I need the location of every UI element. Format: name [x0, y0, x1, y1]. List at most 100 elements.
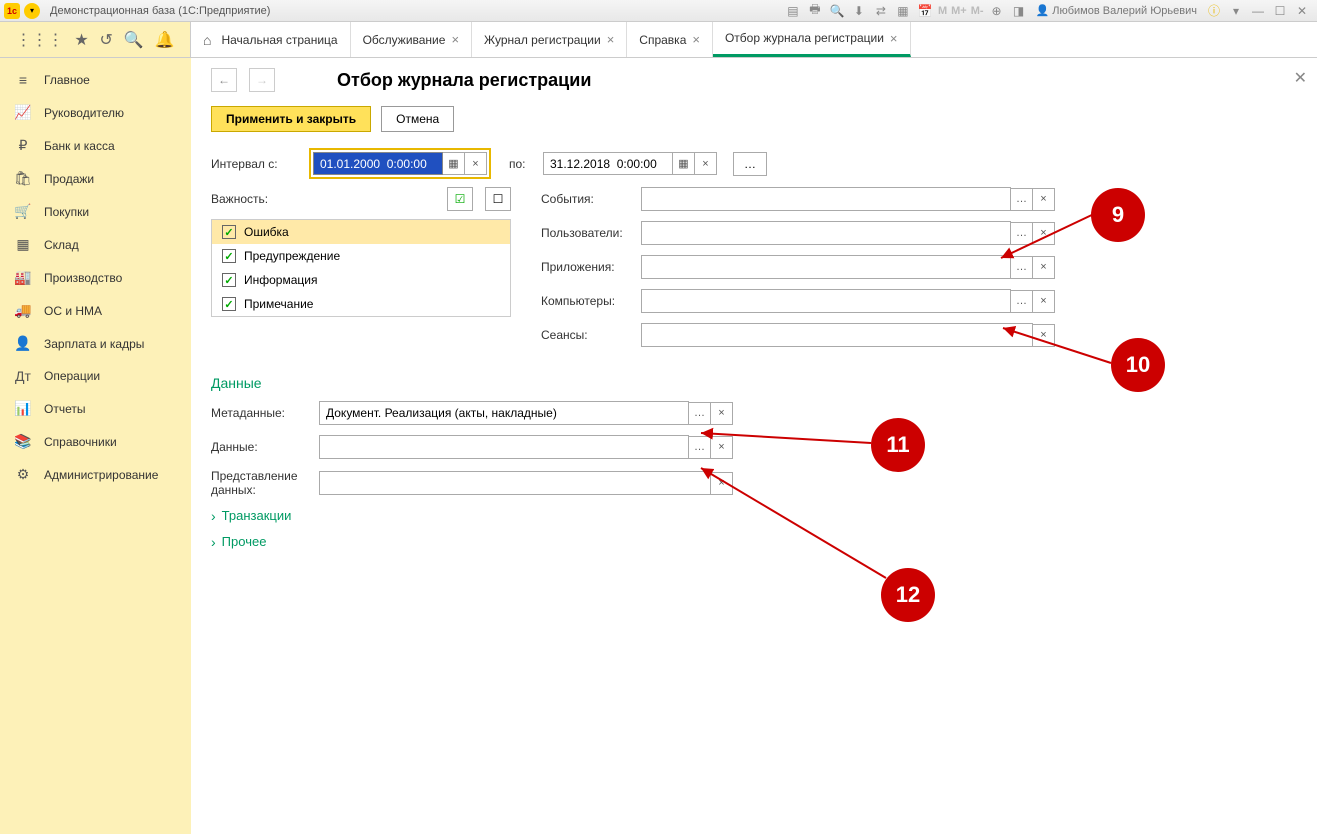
check-all-button[interactable]: ☑: [447, 187, 473, 211]
importance-row[interactable]: ✓Информация: [212, 268, 510, 292]
maximize-icon[interactable]: ☐: [1271, 2, 1289, 20]
print-icon[interactable]: 🖶: [806, 2, 824, 20]
sidebar-item-администрирование[interactable]: ⚙Администрирование: [0, 458, 191, 491]
tab-close-icon[interactable]: ×: [607, 32, 615, 47]
sidebar-item-ос-и-нма[interactable]: 🚚ОС и НМА: [0, 294, 191, 327]
tab-close-icon[interactable]: ×: [692, 32, 700, 47]
favorite-icon[interactable]: ★: [74, 30, 88, 50]
interval-to-calendar-icon[interactable]: ▦: [673, 152, 695, 175]
tab-начальная-страница[interactable]: Начальная страница: [191, 22, 351, 57]
memory-mplus[interactable]: M+: [951, 5, 967, 17]
compare-icon[interactable]: ⇄: [872, 2, 890, 20]
bell-icon[interactable]: 🔔: [155, 30, 175, 50]
data-clear-icon[interactable]: ×: [711, 436, 733, 459]
nav-forward-button[interactable]: →: [249, 68, 275, 92]
tab-close-icon[interactable]: ×: [451, 32, 459, 47]
events-input[interactable]: [641, 187, 1011, 211]
interval-to-clear-icon[interactable]: ×: [695, 152, 717, 175]
app-menu-dropdown[interactable]: ▾: [24, 3, 40, 19]
window-title: Демонстрационная база (1С:Предприятие): [50, 5, 270, 17]
users-select-icon[interactable]: …: [1011, 222, 1033, 245]
data-input[interactable]: [319, 435, 689, 459]
users-input[interactable]: [641, 221, 1011, 245]
events-clear-icon[interactable]: ×: [1033, 188, 1055, 211]
info-icon[interactable]: ⓘ: [1205, 2, 1223, 20]
sidebar-item-банк-и-касса[interactable]: ₽Банк и касса: [0, 129, 191, 162]
apps-icon[interactable]: ⋮⋮⋮: [15, 30, 63, 50]
computers-clear-icon[interactable]: ×: [1033, 290, 1055, 313]
tab-bar: Начальная страницаОбслуживание×Журнал ре…: [191, 22, 911, 57]
users-clear-icon[interactable]: ×: [1033, 222, 1055, 245]
interval-from-clear-icon[interactable]: ×: [465, 152, 487, 175]
close-window-icon[interactable]: ✕: [1293, 2, 1311, 20]
sessions-input[interactable]: [641, 323, 1033, 347]
interval-to-input[interactable]: [543, 152, 673, 175]
current-user[interactable]: 👤Любимов Валерий Юрьевич: [1036, 4, 1197, 17]
app-logo-icon: 1c: [4, 3, 20, 19]
importance-row[interactable]: ✓Примечание: [212, 292, 510, 316]
sessions-clear-icon[interactable]: ×: [1033, 324, 1055, 347]
checkbox-icon[interactable]: ✓: [222, 249, 236, 263]
checkbox-icon[interactable]: ✓: [222, 297, 236, 311]
uncheck-all-button[interactable]: ☐: [485, 187, 511, 211]
transactions-expand[interactable]: Транзакции: [211, 508, 1297, 524]
checkbox-icon[interactable]: ✓: [222, 225, 236, 239]
tab-обслуживание[interactable]: Обслуживание×: [351, 22, 472, 57]
sidebar-item-покупки[interactable]: 🛒Покупки: [0, 195, 191, 228]
checkbox-icon[interactable]: ✓: [222, 273, 236, 287]
sidebar-item-производство[interactable]: 🏭Производство: [0, 261, 191, 294]
info-drop-icon[interactable]: ▾: [1227, 2, 1245, 20]
tab-журнал-регистрации[interactable]: Журнал регистрации×: [472, 22, 627, 57]
cancel-button[interactable]: Отмена: [381, 106, 454, 132]
data-select-icon[interactable]: …: [689, 436, 711, 459]
apps-input[interactable]: [641, 255, 1011, 279]
metadata-clear-icon[interactable]: ×: [711, 402, 733, 425]
minimize-icon[interactable]: —: [1249, 2, 1267, 20]
interval-more-button[interactable]: …: [733, 152, 767, 176]
memory-m[interactable]: M: [938, 5, 947, 17]
interval-from-input[interactable]: [313, 152, 443, 175]
sidebar-item-операции[interactable]: ДтОперации: [0, 360, 191, 392]
other-expand[interactable]: Прочее: [211, 534, 1297, 550]
tab-отбор-журнала-регистрации[interactable]: Отбор журнала регистрации×: [713, 22, 911, 57]
memory-mminus[interactable]: M-: [971, 5, 984, 17]
sidebar-icon: 🚚: [14, 302, 32, 319]
sidebar-item-руководителю[interactable]: 📈Руководителю: [0, 96, 191, 129]
calculator-icon[interactable]: ▦: [894, 2, 912, 20]
history-icon[interactable]: ↺: [100, 30, 113, 50]
panel-icon[interactable]: ◨: [1010, 2, 1028, 20]
interval-from-calendar-icon[interactable]: ▦: [443, 152, 465, 175]
sidebar-item-главное[interactable]: ≡Главное: [0, 64, 191, 96]
events-select-icon[interactable]: …: [1011, 188, 1033, 211]
sidebar-label: Руководителю: [44, 106, 124, 120]
sidebar-item-справочники[interactable]: 📚Справочники: [0, 425, 191, 458]
repr-input[interactable]: [319, 471, 711, 495]
calendar-icon[interactable]: 📅: [916, 2, 934, 20]
tab-справка[interactable]: Справка×: [627, 22, 713, 57]
apply-close-button[interactable]: Применить и закрыть: [211, 106, 371, 132]
importance-row[interactable]: ✓Предупреждение: [212, 244, 510, 268]
zoom-icon[interactable]: ⊕: [988, 2, 1006, 20]
search-doc-icon[interactable]: 🔍: [828, 2, 846, 20]
download-icon[interactable]: ⬇: [850, 2, 868, 20]
sidebar-icon: ≡: [14, 72, 32, 88]
search-icon[interactable]: 🔍: [124, 30, 144, 50]
sidebar-item-склад[interactable]: ▦Склад: [0, 228, 191, 261]
metadata-label: Метаданные:: [211, 406, 319, 420]
tab-close-icon[interactable]: ×: [890, 31, 898, 46]
sidebar-label: Зарплата и кадры: [44, 337, 144, 351]
sidebar-item-продажи[interactable]: 🛍Продажи: [0, 162, 191, 195]
apps-clear-icon[interactable]: ×: [1033, 256, 1055, 279]
close-page-icon[interactable]: ✕: [1294, 68, 1307, 88]
sidebar-item-зарплата-и-кадры[interactable]: 👤Зарплата и кадры: [0, 327, 191, 360]
metadata-select-icon[interactable]: …: [689, 402, 711, 425]
print-preview-icon[interactable]: ▤: [784, 2, 802, 20]
computers-input[interactable]: [641, 289, 1011, 313]
importance-row[interactable]: ✓Ошибка: [212, 220, 510, 244]
nav-back-button[interactable]: ←: [211, 68, 237, 92]
metadata-input[interactable]: Документ. Реализация (акты, накладные): [319, 401, 689, 425]
sidebar-item-отчеты[interactable]: 📊Отчеты: [0, 392, 191, 425]
repr-clear-icon[interactable]: ×: [711, 472, 733, 495]
computers-select-icon[interactable]: …: [1011, 290, 1033, 313]
apps-select-icon[interactable]: …: [1011, 256, 1033, 279]
